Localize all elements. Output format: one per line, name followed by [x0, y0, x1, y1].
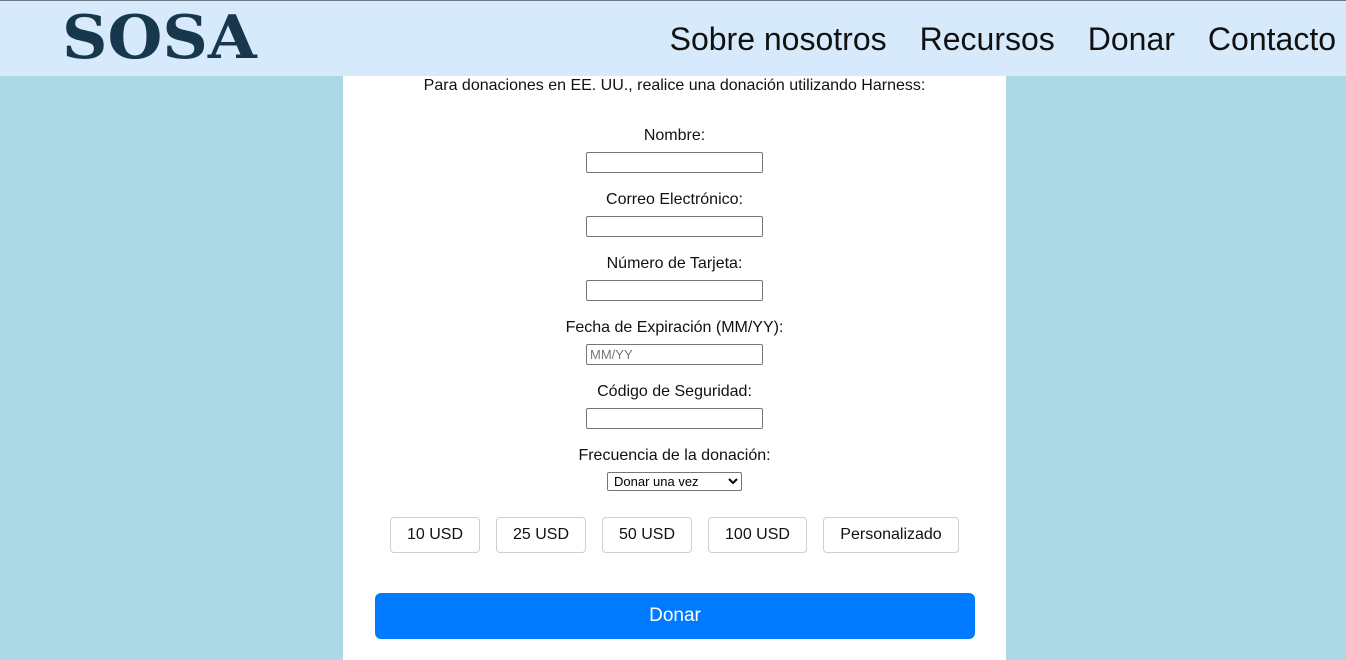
frequency-field-group: Frecuencia de la donación: Donar una vez [343, 446, 1006, 491]
site-header: SOSA Sobre nosotros Recursos Donar Conta… [0, 0, 1346, 76]
expiry-input[interactable] [586, 344, 763, 365]
email-input[interactable] [586, 216, 763, 237]
donation-form-card: Para donaciones en EE. UU., realice una … [343, 76, 1006, 660]
amount-button-25[interactable]: 25 USD [496, 517, 586, 553]
amount-button-custom[interactable]: Personalizado [823, 517, 959, 553]
nav-link-recursos[interactable]: Recursos [920, 19, 1055, 59]
email-label: Correo Electrónico: [606, 191, 743, 208]
expiry-field-group: Fecha de Expiración (MM/YY): [343, 318, 1006, 365]
name-input[interactable] [586, 152, 763, 173]
name-field-group: Nombre: [343, 126, 1006, 173]
card-number-field-group: Número de Tarjeta: [343, 254, 1006, 301]
donate-submit-button[interactable]: Donar [375, 593, 975, 639]
card-number-input[interactable] [586, 280, 763, 301]
security-code-label: Código de Seguridad: [597, 383, 752, 400]
card-number-label: Número de Tarjeta: [606, 255, 743, 272]
amount-button-50[interactable]: 50 USD [602, 517, 692, 553]
nav-link-donar[interactable]: Donar [1088, 19, 1175, 59]
donation-intro-text: Para donaciones en EE. UU., realice una … [423, 77, 926, 94]
frequency-select[interactable]: Donar una vez [607, 472, 742, 491]
nav-link-contacto[interactable]: Contacto [1208, 19, 1336, 59]
main-nav: Sobre nosotros Recursos Donar Contacto [637, 19, 1336, 59]
frequency-label: Frecuencia de la donación: [578, 447, 771, 464]
email-field-group: Correo Electrónico: [343, 190, 1006, 237]
security-code-field-group: Código de Seguridad: [343, 382, 1006, 429]
expiry-label: Fecha de Expiración (MM/YY): [565, 319, 784, 336]
amount-button-10[interactable]: 10 USD [390, 517, 480, 553]
nav-link-sobre-nosotros[interactable]: Sobre nosotros [670, 19, 887, 59]
sosa-logo[interactable]: SOSA [62, 5, 257, 71]
name-label: Nombre: [643, 127, 706, 144]
security-code-input[interactable] [586, 408, 763, 429]
amount-button-100[interactable]: 100 USD [708, 517, 807, 553]
